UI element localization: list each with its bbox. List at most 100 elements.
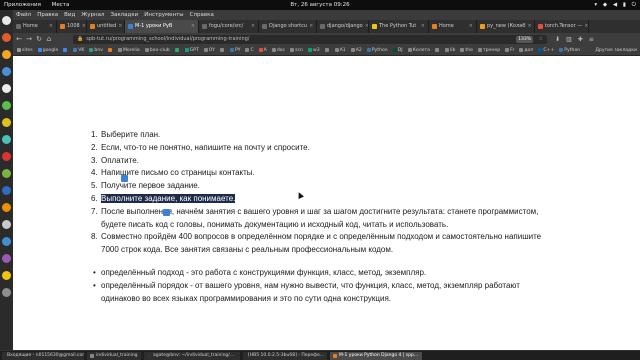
menu-item[interactable]: Вид [64,12,75,18]
browser-tab[interactable]: django/django × [317,20,369,33]
tab-close-icon[interactable]: × [47,20,53,33]
bookmark-item[interactable] [219,48,225,52]
browser-tab[interactable]: torch.Tensor — × [535,20,589,33]
menu-hamburger-icon[interactable]: ≡ [589,36,594,43]
tab-close-icon[interactable]: × [582,20,588,33]
reload-icon[interactable]: ↻ [35,35,43,43]
system-clock[interactable]: Вт, 26 августа 09:26 [0,0,640,10]
bookmark-item[interactable] [107,48,113,52]
tab-close-icon[interactable]: × [189,20,195,33]
bookmark-item[interactable]: доп [519,48,533,53]
browser-tab[interactable]: Django shortcu × [259,20,317,33]
browser-tab[interactable]: py_new (Колаб × [477,20,535,33]
bookmark-item[interactable]: bnv [89,48,103,53]
forward-arrow-icon[interactable]: → [25,35,33,43]
dock-app-icon[interactable] [2,67,11,76]
bookmark-item[interactable]: the [460,48,473,53]
bookmark-item[interactable]: A [258,48,267,53]
taskbar-window-button[interactable]: Входящие - n0115630@gmail.com - [2,351,84,360]
dock-app-icon[interactable] [2,152,11,161]
menu-item[interactable]: Справка [190,12,214,18]
bookmark-item[interactable] [434,48,440,52]
bookmark-item[interactable] [324,48,330,52]
library-icon[interactable]: ▥ [566,36,572,43]
tab-close-icon[interactable]: × [525,20,531,33]
bookmark-item[interactable]: GPT [184,48,199,53]
browser-tab[interactable]: The Python Tut × [369,20,429,33]
browser-tab[interactable]: Home × [429,20,477,33]
bookmark-item[interactable]: DJ [392,48,403,53]
bookmark-item[interactable]: lib [444,48,455,53]
system-status-area[interactable]: ▾ ◆ ◀ ▮ ⏻ [590,0,636,10]
tab-close-icon[interactable]: × [249,20,255,33]
bookmark-item[interactable]: A2 [350,48,362,53]
menu-item[interactable]: Правка [37,12,58,18]
taskbar-window-button[interactable]: agate@bnv: ~/individual_training/... [144,351,240,360]
bookmark-item[interactable]: VK [73,48,84,53]
bookmark-item[interactable]: doc [271,48,285,53]
bookmark-item[interactable]: C [245,48,254,53]
bookmark-item[interactable]: Колета [407,48,430,53]
dock-app-icon[interactable] [2,169,11,178]
bookmark-item[interactable]: Fr [505,48,514,53]
other-bookmarks-folder[interactable]: Другие закладки [595,48,637,53]
dock-app-icon[interactable] [2,203,11,212]
dock-app-icon[interactable] [2,84,11,93]
bookmark-item[interactable]: Python [366,48,388,53]
bookmark-item[interactable]: A1 [334,48,346,53]
bookmark-item[interactable]: тренер [477,48,500,53]
bookmark-star-icon[interactable]: ☆ [539,35,543,44]
tab-close-icon[interactable]: × [116,20,122,33]
bookmark-item[interactable]: Morelia [117,48,140,53]
browser-tab[interactable]: 1008 × [57,20,87,33]
home-icon[interactable]: ⌂ [45,35,53,43]
back-arrow-icon[interactable]: ← [15,35,23,43]
browser-tab[interactable]: M-1 уроки PyB × [125,20,199,33]
dock-app-icon[interactable] [2,33,11,42]
bookmark-item[interactable]: C++ [538,48,554,53]
battery-icon[interactable]: ▮ [623,2,626,8]
bookmark-item[interactable]: scn [290,48,303,53]
extensions-icon[interactable]: ✚ [578,36,583,43]
downloads-icon[interactable]: ⬇ [555,36,560,43]
bookmark-item[interactable]: google [37,48,58,53]
taskbar-window-button[interactable]: M-1 уроки Python Django 4 | spp... [330,351,422,360]
bookmark-item[interactable] [63,48,68,52]
network-icon[interactable]: ◆ [603,2,607,8]
dock-app-icon[interactable] [2,254,11,263]
dock-app-icon[interactable] [2,288,11,297]
menu-item[interactable]: Файл [16,12,31,18]
taskbar-window-button[interactable]: individual_training [87,351,141,360]
bookmark-item[interactable]: OY [203,48,215,53]
dock-app-icon[interactable] [2,271,11,280]
dock-app-icon[interactable] [2,101,11,110]
browser-tab[interactable]: Home × [13,20,57,33]
bookmark-item[interactable] [174,48,180,52]
dock-app-icon[interactable] [2,16,11,25]
taskbar-window-button[interactable]: [HB5 10.0.2.5-3bu68] - Перефо... [243,351,327,360]
tab-close-icon[interactable]: × [307,20,313,33]
dock-app-icon[interactable] [2,186,11,195]
dock-app-icon[interactable] [2,220,11,229]
power-icon[interactable]: ⏻ [632,2,636,8]
bookmark-item[interactable]: Python [559,48,580,53]
dock-app-icon[interactable] [2,50,11,59]
dock-app-icon[interactable] [2,237,11,246]
menu-item[interactable]: Закладки [110,12,138,18]
menu-item[interactable]: Инструменты [144,12,183,18]
bookmark-item[interactable]: boo-club [144,48,170,53]
browser-tab[interactable]: fogu/core/src/ × [199,20,259,33]
dock-app-icon[interactable] [2,135,11,144]
address-bar[interactable]: 🔒 spb-tut.ru/programming_school/individua… [73,34,547,44]
bookmark-item[interactable]: sites [17,48,33,53]
bookmark-item[interactable]: PY [229,48,240,53]
lock-icon[interactable]: 🔒 [77,36,83,42]
menu-item[interactable]: Журнал [81,12,104,18]
tab-close-icon[interactable]: × [80,20,86,33]
keyboard-layout-indicator[interactable]: ▾ [594,2,597,8]
tab-close-icon[interactable]: × [419,20,425,33]
browser-tab[interactable]: untitled × [87,20,125,33]
dock-app-icon[interactable] [2,118,11,127]
bookmark-item[interactable]: w3 [307,48,320,53]
tab-close-icon[interactable]: × [467,20,473,33]
